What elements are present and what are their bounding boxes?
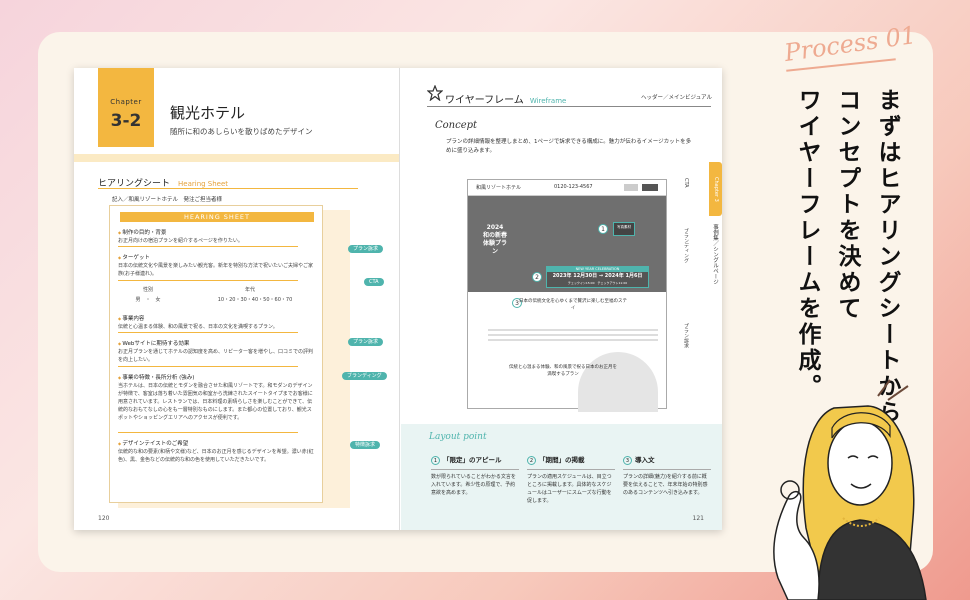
callout-plan: プラン訴求 [348,245,384,253]
sheet-answer: 伝統的な和の要素(和柄や文様)など、日本のお正月を感じるデザインを希望。濃い赤(… [118,449,314,463]
wireframe-title-jp: ワイヤーフレーム [445,95,524,106]
headline-line-2: コンセプトを決めて [834,88,860,322]
page-title: 観光ホテル [170,104,246,122]
layout-card: 3 導入文 プランの詳細(魅力)を紹介する前に概要を伝えることで、年末年始の特別感… [623,454,711,497]
chapter-side-subtitle: 事例集／シングルページ [712,224,718,285]
layout-point-panel: Layout point 1 「限定」のアピール 数が限られていることがわかる文言… [401,424,722,530]
sheet-question: 事業内容 [118,314,144,322]
layout-card-title: 3 導入文 [623,454,711,465]
layout-card-number: 3 [623,456,632,465]
callout-plan-2: プラン訴求 [348,338,384,346]
step-badge-2: 2 [532,272,542,282]
wf-brand: 和風リゾートホテル [476,185,522,191]
answer-underline [118,246,298,247]
hearing-sheet: HEARING SHEET 制作の目的・背景 お正月向けの宿泊プランを紹介するペ… [109,205,323,503]
sheet-answer: 当ホテルは、日本の伝統とモダンを融合させた和風リゾートです。和モダンのデザインが… [118,383,313,421]
left-page: Chapter 3-2 観光ホテル 随所に和のあしらいを散りばめたデザイン ヒア… [74,68,400,530]
chapter-word: Chapter [110,98,142,106]
callout-feature: 特徴訴求 [350,441,381,449]
sheet-header: HEARING SHEET [120,212,314,222]
wf-event-dates: 2023年 12月30日 → 2024年 1月6日 [552,273,643,279]
header-note: ヘッダー／メインビジュアル [641,95,712,101]
layout-card-number: 2 [527,456,536,465]
wf-tagline: 伝統と心温まる体験、和の風景で祝る日本のお正月を満喫するプラン [509,365,617,377]
age-label: 年代 [244,287,255,293]
sheet-question: Webサイトに期待する効果 [118,339,189,347]
layout-card-title: 2 「期間」の掲載 [527,454,615,465]
wireframe-title-en: Wireframe [529,97,567,105]
wf-hero-vertical: 2024 和の新春体験プラン [483,224,508,255]
gender-value: 男 ・ 女 [135,297,161,303]
layout-point-label: Layout point [429,432,487,442]
step-badge-1: 1 [598,224,608,234]
side-label-branding: ブランディング [683,228,689,263]
sheet-answer: 日本の伝統文化や風景を楽しみたい観光客。新年を特別な方法で祝いたいご夫婦やご家族… [118,263,314,277]
wf-event-box: NEW YEAR CELEBRATION 2023年 12月30日 → 2024… [546,266,649,288]
sheet-answer: お正月プランを通じてホテルの認知度を高め、リピーター客を増やし、口コミでの評判を… [118,349,314,363]
wf-photo-box: 写真素材 [613,222,635,236]
wireframe-mockup: 和風リゾートホテル 0120-123-4567 2024 和の新春体験プラン 1… [467,179,667,412]
header-band [74,154,399,162]
side-label-plan: プラン訴求 [683,323,689,348]
wf-header: 和風リゾートホテル 0120-123-4567 [468,180,666,196]
concept-text: プランの詳細情報を整理しまとめ、1ページで訴求できる構成に。魅力が伝わるイメージ… [446,139,692,154]
section-divider [98,188,358,189]
sheet-question: デザインテイストのご希望 [118,439,188,447]
sheet-question: 事業の特徴・長所分析 (強み) [118,373,194,381]
side-label-cta: CTA [683,178,689,188]
right-page: ワイヤーフレーム Wireframe ヘッダー／メインビジュアル Concept … [401,68,722,530]
layout-card-divider [527,469,615,470]
layout-card: 1 「限定」のアピール 数が限られていることがわかる文言を入れています。希少性の原… [431,454,519,497]
chapter-side-tab: Chapter 3 [709,162,722,216]
answer-underline [118,280,298,281]
wf-hero: 2024 和の新春体験プラン 1 写真素材 2 NEW YEAR CELEBRA… [468,196,666,292]
wf-arch-image [578,352,658,412]
page-number-right: 121 [692,515,704,522]
layout-card-title: 1 「限定」のアピール [431,454,519,465]
wf-intro-text: 日本の伝統文化を心ゆくまで贅沢に楽しむ至福のステイ [519,299,627,311]
concept-label: Concept [435,120,478,131]
age-value: 10・20・30・40・50・60・70 [217,297,293,303]
chapter-number: 3-2 [110,111,142,131]
layout-card-text: 数が限られていることがわかる文言を入れています。希少性の原理で、予約意欲を高めま… [431,474,516,496]
wireframe-title: ワイヤーフレーム Wireframe [445,91,566,106]
answer-underline [118,332,298,333]
wf-tel: 0120-123-4567 [554,184,593,190]
wf-header-button [642,184,658,191]
callout-branding: ブランディング [342,372,387,380]
woman-illustration [773,379,927,600]
answer-underline [118,432,298,433]
layout-card-divider [431,469,519,470]
sheet-answer: お正月向けの宿泊プランを紹介するページを作りたい。 [118,238,243,244]
page-subtitle: 随所に和のあしらいを散りばめたデザイン [170,127,313,136]
sheet-meta: 記入／和風リゾートホテル 発注ご担当者様 [112,197,223,203]
section-title-en: Hearing Sheet [178,180,229,188]
page-number-left: 120 [98,515,110,522]
star-icon [427,85,443,101]
book-spread: Chapter 3-2 観光ホテル 随所に和のあしらいを散りばめたデザイン ヒア… [74,68,722,530]
chapter-tab-block: Chapter 3-2 [98,68,154,147]
gender-label: 性別 [142,287,153,293]
answer-underline [118,366,298,367]
callout-cta: CTA [364,278,384,286]
layout-card-number: 1 [431,456,440,465]
headline-line-3: ワイヤーフレームを作成。 [794,88,820,400]
sheet-answer: 伝統と心温まる体験、和の風景で祝る、日本の文化を満喫するプラン。 [118,324,278,330]
sheet-question: 制作の目的・背景 [118,228,166,236]
title-divider [427,106,711,107]
layout-card-text: プランの適用スケジュールは、目立つところに掲載します。具体的なスケジュールはユー… [527,474,612,504]
layout-card-text: プランの詳細(魅力)を紹介する前に概要を伝えることで、年末年始の特別感のあるコン… [623,474,708,496]
wf-header-button [624,184,638,191]
wf-event-sub: チェックイン15:00 チェックアウト11:00 [567,281,628,285]
headline-line-1: まずはヒアリングシートから [874,88,900,426]
wf-placeholder-text [488,326,658,344]
layout-card-divider [623,469,711,470]
sheet-question: ターゲット [118,253,150,261]
layout-card: 2 「期間」の掲載 プランの適用スケジュールは、目立つところに掲載します。具体的な… [527,454,615,505]
